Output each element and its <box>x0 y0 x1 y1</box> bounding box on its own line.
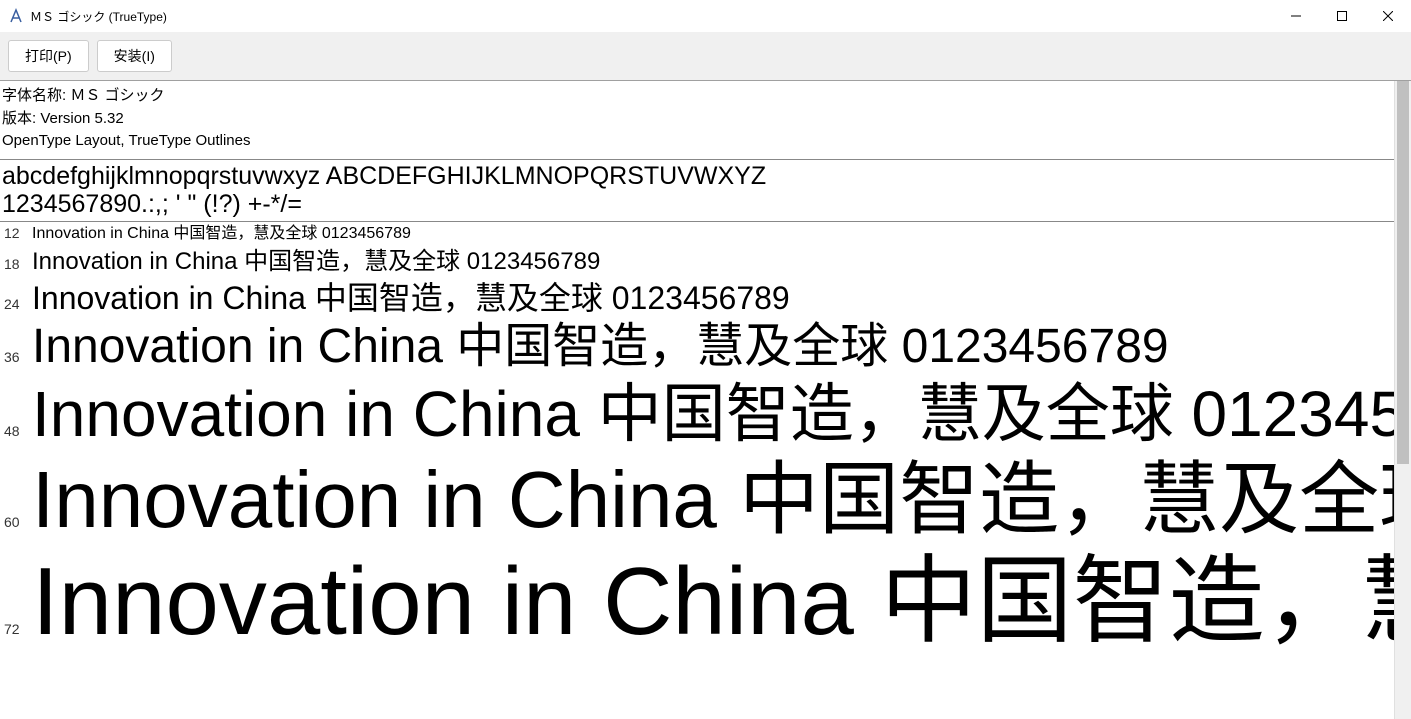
app-icon <box>8 8 24 24</box>
symbols-line: 1234567890.:,; ' " (!?) +-*/= <box>2 190 1392 219</box>
sample-size-label: 12 <box>2 225 32 241</box>
font-name-line: 字体名称: ＭＳ ゴシック <box>2 85 1392 108</box>
charset-section: abcdefghijklmnopqrstuvwxyz ABCDEFGHIJKLM… <box>0 160 1394 220</box>
sample-size-label: 18 <box>2 256 32 272</box>
sample-size-label: 60 <box>2 514 32 530</box>
scrollbar-thumb[interactable] <box>1397 81 1409 464</box>
font-name-value: ＭＳ ゴシック <box>70 87 164 104</box>
content: 字体名称: ＭＳ ゴシック 版本: Version 5.32 OpenType … <box>0 81 1394 719</box>
sample-row-12: 12 Innovation in China 中国智造，慧及全球 0123456… <box>2 222 1394 246</box>
sample-text: Innovation in China 中国智造，慧及全球 0123456789 <box>32 547 1394 657</box>
sample-row-18: 18 Innovation in China 中国智造，慧及全球 0123456… <box>2 246 1394 278</box>
font-meta: 字体名称: ＭＳ ゴシック 版本: Version 5.32 OpenType … <box>0 81 1394 157</box>
titlebar-left: ＭＳ ゴシック (TrueType) <box>8 8 167 25</box>
window-controls <box>1273 0 1411 32</box>
version-value: Version 5.32 <box>40 110 123 127</box>
sample-text: Innovation in China 中国智造，慧及全球 0123456789 <box>32 222 411 246</box>
sample-row-60: 60 Innovation in China 中国智造，慧及全球 0123456… <box>2 453 1394 547</box>
font-name-label: 字体名称: <box>2 87 66 104</box>
sample-row-36: 36 Innovation in China 中国智造，慧及全球 0123456… <box>2 318 1394 376</box>
sample-text: Innovation in China 中国智造，慧及全球 0123456789 <box>32 246 600 278</box>
vertical-scrollbar[interactable] <box>1394 81 1411 719</box>
sample-size-label: 24 <box>2 296 32 312</box>
sample-text: Innovation in China 中国智造，慧及全球 0123456789 <box>32 376 1394 453</box>
minimize-button[interactable] <box>1273 0 1319 32</box>
samples-section: 12 Innovation in China 中国智造，慧及全球 0123456… <box>0 222 1394 658</box>
sample-row-24: 24 Innovation in China 中国智造，慧及全球 0123456… <box>2 278 1394 318</box>
version-line: 版本: Version 5.32 <box>2 108 1392 131</box>
sample-text: Innovation in China 中国智造，慧及全球 0123456789 <box>32 318 1169 376</box>
sample-size-label: 72 <box>2 621 32 637</box>
sample-size-label: 48 <box>2 423 32 439</box>
toolbar: 打印(P) 安装(I) <box>0 32 1411 81</box>
version-label: 版本: <box>2 110 36 127</box>
sample-text: Innovation in China 中国智造，慧及全球 0123456789 <box>32 453 1394 547</box>
install-button[interactable]: 安装(I) <box>97 40 172 72</box>
print-button[interactable]: 打印(P) <box>8 40 89 72</box>
content-wrapper: 字体名称: ＭＳ ゴシック 版本: Version 5.32 OpenType … <box>0 81 1411 719</box>
window-title: ＭＳ ゴシック (TrueType) <box>30 8 167 25</box>
sample-size-label: 36 <box>2 349 32 365</box>
tech-line: OpenType Layout, TrueType Outlines <box>2 130 1392 153</box>
sample-row-48: 48 Innovation in China 中国智造，慧及全球 0123456… <box>2 376 1394 453</box>
sample-row-72: 72 Innovation in China 中国智造，慧及全球 0123456… <box>2 547 1394 657</box>
alpha-line: abcdefghijklmnopqrstuvwxyz ABCDEFGHIJKLM… <box>2 162 1392 191</box>
sample-text: Innovation in China 中国智造，慧及全球 0123456789 <box>32 278 790 318</box>
titlebar: ＭＳ ゴシック (TrueType) <box>0 0 1411 32</box>
maximize-button[interactable] <box>1319 0 1365 32</box>
close-button[interactable] <box>1365 0 1411 32</box>
